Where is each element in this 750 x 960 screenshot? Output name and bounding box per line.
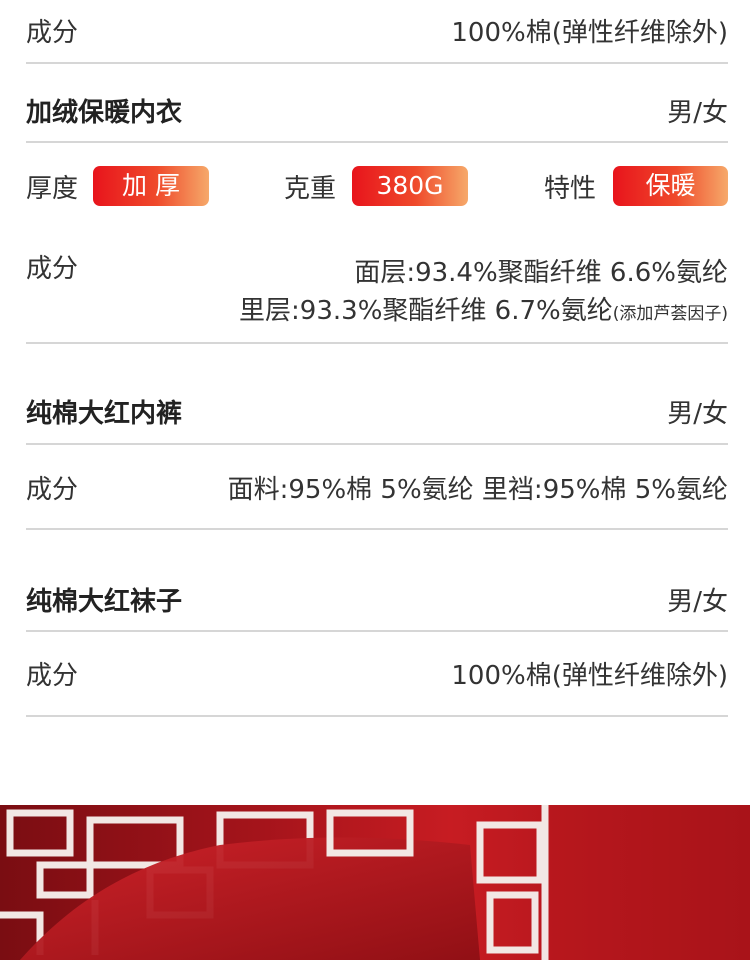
section3-title: 纯棉大红袜子	[26, 587, 183, 617]
section1-composition: 成分 面层:93.4%聚酯纤维 6.6%氨纶 里层:93.3%聚酯纤维 6.7%…	[26, 248, 728, 328]
section3-composition: 成分 100%棉(弹性纤维除外)	[26, 655, 728, 695]
section1-header: 加绒保暖内衣 男/女	[26, 92, 728, 132]
weight-badge: 380G	[352, 166, 468, 206]
section1-composition-line2: 里层:93.3%聚酯纤维 6.7%氨纶	[239, 296, 613, 326]
section2-title: 纯棉大红内裤	[26, 399, 183, 429]
section2-gender: 男/女	[667, 399, 728, 429]
divider	[26, 141, 728, 143]
section3-composition-value: 100%棉(弹性纤维除外)	[451, 661, 728, 691]
section2-header: 纯棉大红内裤 男/女	[26, 393, 728, 433]
product-banner-image	[0, 805, 750, 960]
divider	[26, 630, 728, 632]
section2-composition-value: 面料:95%棉 5%氨纶 里裆:95%棉 5%氨纶	[227, 475, 728, 505]
thickness-badge: 加 厚	[93, 166, 209, 206]
divider	[26, 342, 728, 344]
divider	[26, 443, 728, 445]
section3-gender: 男/女	[667, 587, 728, 617]
top-composition-value: 100%棉(弹性纤维除外)	[451, 18, 728, 48]
section2-composition-label: 成分	[26, 475, 79, 505]
top-composition-label: 成分	[26, 18, 79, 48]
feature-label: 特性	[544, 174, 597, 204]
section1-title: 加绒保暖内衣	[26, 98, 183, 128]
weight-label: 克重	[284, 174, 337, 204]
thickness-label: 厚度	[26, 174, 79, 204]
section1-attributes: 厚度 加 厚 克重 380G 特性 保暖	[26, 164, 728, 208]
divider	[26, 528, 728, 530]
lattice-window-graphic	[0, 805, 750, 960]
feature-badge: 保暖	[613, 166, 728, 206]
section1-composition-note: (添加芦荟因子)	[612, 304, 728, 324]
section1-composition-line2-wrap: 里层:93.3%聚酯纤维 6.7%氨纶(添加芦荟因子)	[239, 290, 728, 327]
divider	[26, 715, 728, 717]
section1-composition-line1: 面层:93.4%聚酯纤维 6.6%氨纶	[354, 258, 728, 288]
section1-gender: 男/女	[667, 98, 728, 128]
top-composition-row: 成分 100%棉(弹性纤维除外)	[26, 12, 728, 52]
divider	[26, 62, 728, 64]
section3-header: 纯棉大红袜子 男/女	[26, 581, 728, 621]
section2-composition: 成分 面料:95%棉 5%氨纶 里裆:95%棉 5%氨纶	[26, 469, 728, 509]
section3-composition-label: 成分	[26, 661, 79, 691]
section1-composition-label: 成分	[26, 254, 79, 284]
